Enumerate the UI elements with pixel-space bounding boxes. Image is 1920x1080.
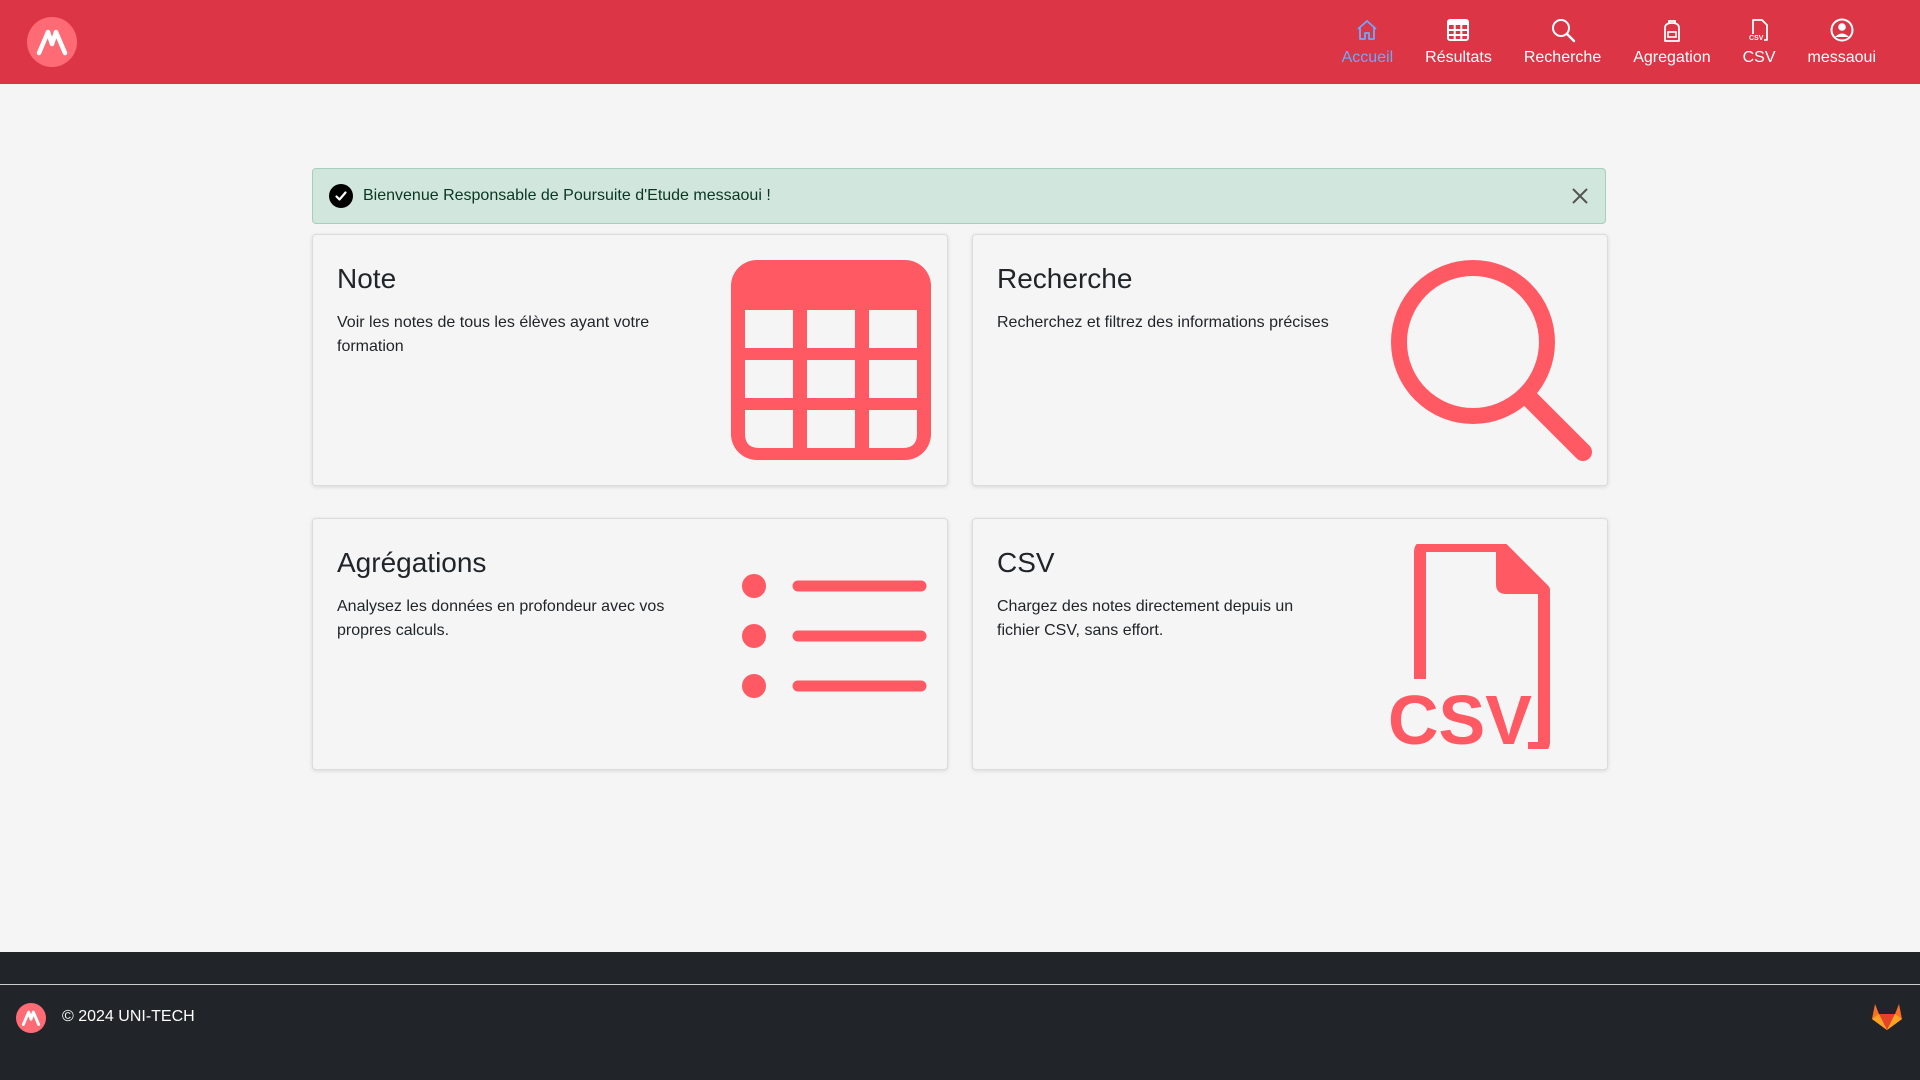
list-icon bbox=[742, 574, 927, 698]
nav-label: Agregation bbox=[1633, 49, 1711, 66]
card-text: Analysez les données en profondeur avec … bbox=[337, 598, 665, 639]
footer-logo bbox=[16, 1003, 46, 1033]
card-title: CSV bbox=[997, 547, 1055, 578]
svg-text:CSV: CSV bbox=[1749, 35, 1764, 42]
welcome-alert: Bienvenue Responsable de Poursuite d'Etu… bbox=[312, 168, 1606, 224]
nav-item-accueil[interactable]: Accueil bbox=[1326, 0, 1410, 84]
user-circle-icon bbox=[1830, 18, 1854, 42]
card-recherche[interactable]: Recherche Recherchez et filtrez des info… bbox=[972, 234, 1608, 486]
university-m-logo-icon bbox=[21, 1010, 41, 1026]
table-icon bbox=[731, 260, 931, 460]
nav-label: Recherche bbox=[1523, 49, 1602, 66]
nav-label: Résultats bbox=[1425, 49, 1492, 66]
nav-item-recherche[interactable]: Recherche bbox=[1508, 0, 1617, 84]
backpack-icon bbox=[1664, 20, 1680, 42]
card-title: Recherche bbox=[997, 263, 1133, 294]
card-csv[interactable]: CSV Chargez des notes directement depuis… bbox=[972, 518, 1608, 770]
card-title: Note bbox=[337, 263, 397, 294]
check-circle-icon bbox=[329, 184, 353, 208]
footer-copyright: © 2024 UNI-TECH bbox=[62, 1008, 195, 1025]
nav-item-agregation[interactable]: Agregation bbox=[1617, 0, 1726, 84]
nav-item-resultats[interactable]: Résultats bbox=[1409, 0, 1508, 84]
nav-menu: Accueil Résultats Recherche Agregation C… bbox=[1326, 0, 1892, 84]
alert-message: Bienvenue Responsable de Poursuite d'Etu… bbox=[363, 187, 771, 204]
search-icon bbox=[1551, 19, 1575, 43]
card-text: Voir les notes de tous les élèves ayant … bbox=[337, 314, 650, 355]
csv-file-icon: CSV bbox=[1749, 19, 1768, 42]
university-m-logo-icon bbox=[36, 29, 68, 56]
nav-item-csv[interactable]: CSV CSV bbox=[1727, 0, 1792, 84]
close-icon[interactable] bbox=[1569, 185, 1591, 207]
nav-item-user[interactable]: messaoui bbox=[1792, 0, 1892, 84]
table-icon bbox=[1447, 19, 1470, 41]
card-agregations[interactable]: Agrégations Analysez les données en prof… bbox=[312, 518, 948, 770]
nav-label: Accueil bbox=[1341, 49, 1394, 66]
footer bbox=[0, 952, 1920, 1080]
card-text: Chargez des notes directement depuis un … bbox=[997, 598, 1294, 639]
csv-icon-text: CSV bbox=[1388, 681, 1532, 749]
footer-divider bbox=[0, 984, 1920, 985]
nav-label: CSV bbox=[1742, 49, 1776, 66]
navbar: Accueil Résultats Recherche Agregation C… bbox=[0, 0, 1920, 84]
csv-file-icon: CSV bbox=[1388, 544, 1550, 749]
card-text: Recherchez et filtrez des informations p… bbox=[997, 314, 1329, 331]
card-note[interactable]: Note Voir les notes de tous les élèves a… bbox=[312, 234, 948, 486]
gitlab-icon[interactable] bbox=[1870, 1000, 1904, 1032]
home-icon bbox=[1357, 20, 1377, 40]
search-icon bbox=[1391, 260, 1592, 461]
brand-logo[interactable] bbox=[27, 17, 77, 67]
nav-label: messaoui bbox=[1807, 49, 1876, 66]
card-title: Agrégations bbox=[337, 547, 487, 578]
